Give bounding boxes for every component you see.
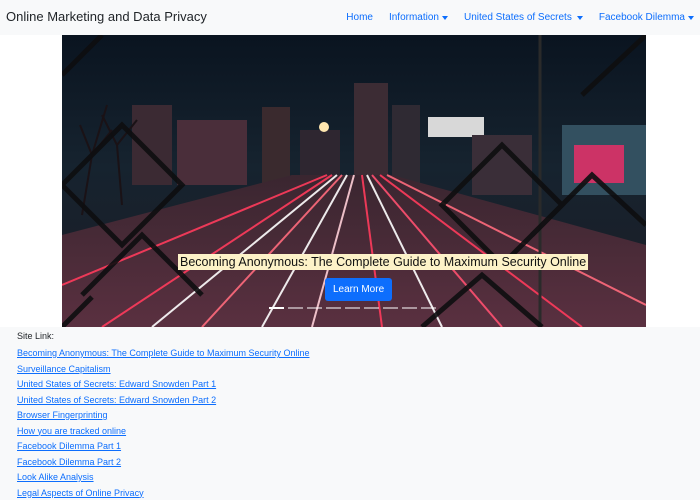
site-link[interactable]: Browser Fingerprinting	[17, 410, 108, 420]
nav-item-united-states-of-secrets[interactable]: United States of Secrets	[464, 12, 583, 23]
carousel-indicator[interactable]	[364, 307, 379, 309]
list-item: How you are tracked online	[17, 424, 309, 440]
hero-carousel[interactable]: Becoming Anonymous: The Complete Guide t…	[62, 35, 646, 327]
list-item: Facebook Dilemma Part 2	[17, 455, 309, 471]
nav-item-information[interactable]: Information	[389, 12, 448, 23]
caret-down-icon	[442, 16, 448, 20]
list-item: United States of Secrets: Edward Snowden…	[17, 393, 309, 409]
list-item: Browser Fingerprinting	[17, 408, 309, 424]
list-item: Legal Aspects of Online Privacy	[17, 486, 309, 501]
carousel-indicator[interactable]	[269, 307, 284, 309]
list-item: Look Alike Analysis	[17, 470, 309, 486]
site-link[interactable]: Becoming Anonymous: The Complete Guide t…	[17, 348, 309, 358]
list-item: United States of Secrets: Edward Snowden…	[17, 377, 309, 393]
caret-down-icon	[688, 16, 694, 20]
site-links-list: Becoming Anonymous: The Complete Guide t…	[17, 346, 309, 501]
carousel-indicator[interactable]	[421, 307, 436, 309]
site-link[interactable]: United States of Secrets: Edward Snowden…	[17, 379, 216, 389]
list-item: Facebook Dilemma Part 1	[17, 439, 309, 455]
site-links-section: Site Link: Becoming Anonymous: The Compl…	[0, 327, 700, 500]
site-brand[interactable]: Online Marketing and Data Privacy	[6, 9, 207, 24]
learn-more-button[interactable]: Learn More	[325, 278, 392, 301]
site-link[interactable]: United States of Secrets: Edward Snowden…	[17, 395, 216, 405]
carousel-indicator[interactable]	[326, 307, 341, 309]
nav-item-label: United States of Secrets	[464, 12, 572, 23]
list-item: Becoming Anonymous: The Complete Guide t…	[17, 346, 309, 362]
navbar: Online Marketing and Data Privacy Home I…	[0, 0, 700, 35]
site-link[interactable]: Facebook Dilemma Part 1	[17, 441, 121, 451]
site-link[interactable]: Facebook Dilemma Part 2	[17, 457, 121, 467]
carousel-caption-title: Becoming Anonymous: The Complete Guide t…	[178, 254, 588, 270]
nav-menu: Home Information United States of Secret…	[346, 0, 700, 35]
caret-down-icon	[577, 16, 583, 20]
carousel-indicator[interactable]	[345, 307, 360, 309]
list-item: Surveillance Capitalism	[17, 362, 309, 378]
nav-item-label: Home	[346, 12, 373, 23]
site-link[interactable]: Surveillance Capitalism	[17, 364, 111, 374]
site-link[interactable]: How you are tracked online	[17, 426, 126, 436]
site-links-label: Site Link:	[17, 331, 54, 341]
nav-item-label: Information	[389, 12, 439, 23]
carousel-indicator[interactable]	[402, 307, 417, 309]
carousel-indicator[interactable]	[383, 307, 398, 309]
nav-item-facebook-dilemma[interactable]: Facebook Dilemma	[599, 12, 694, 23]
site-link[interactable]: Look Alike Analysis	[17, 472, 94, 482]
nav-item-home[interactable]: Home	[346, 12, 373, 23]
carousel-indicators	[269, 307, 440, 309]
carousel-indicator[interactable]	[288, 307, 303, 309]
nav-item-label: Facebook Dilemma	[599, 12, 685, 23]
site-link[interactable]: Legal Aspects of Online Privacy	[17, 488, 144, 498]
carousel-indicator[interactable]	[307, 307, 322, 309]
